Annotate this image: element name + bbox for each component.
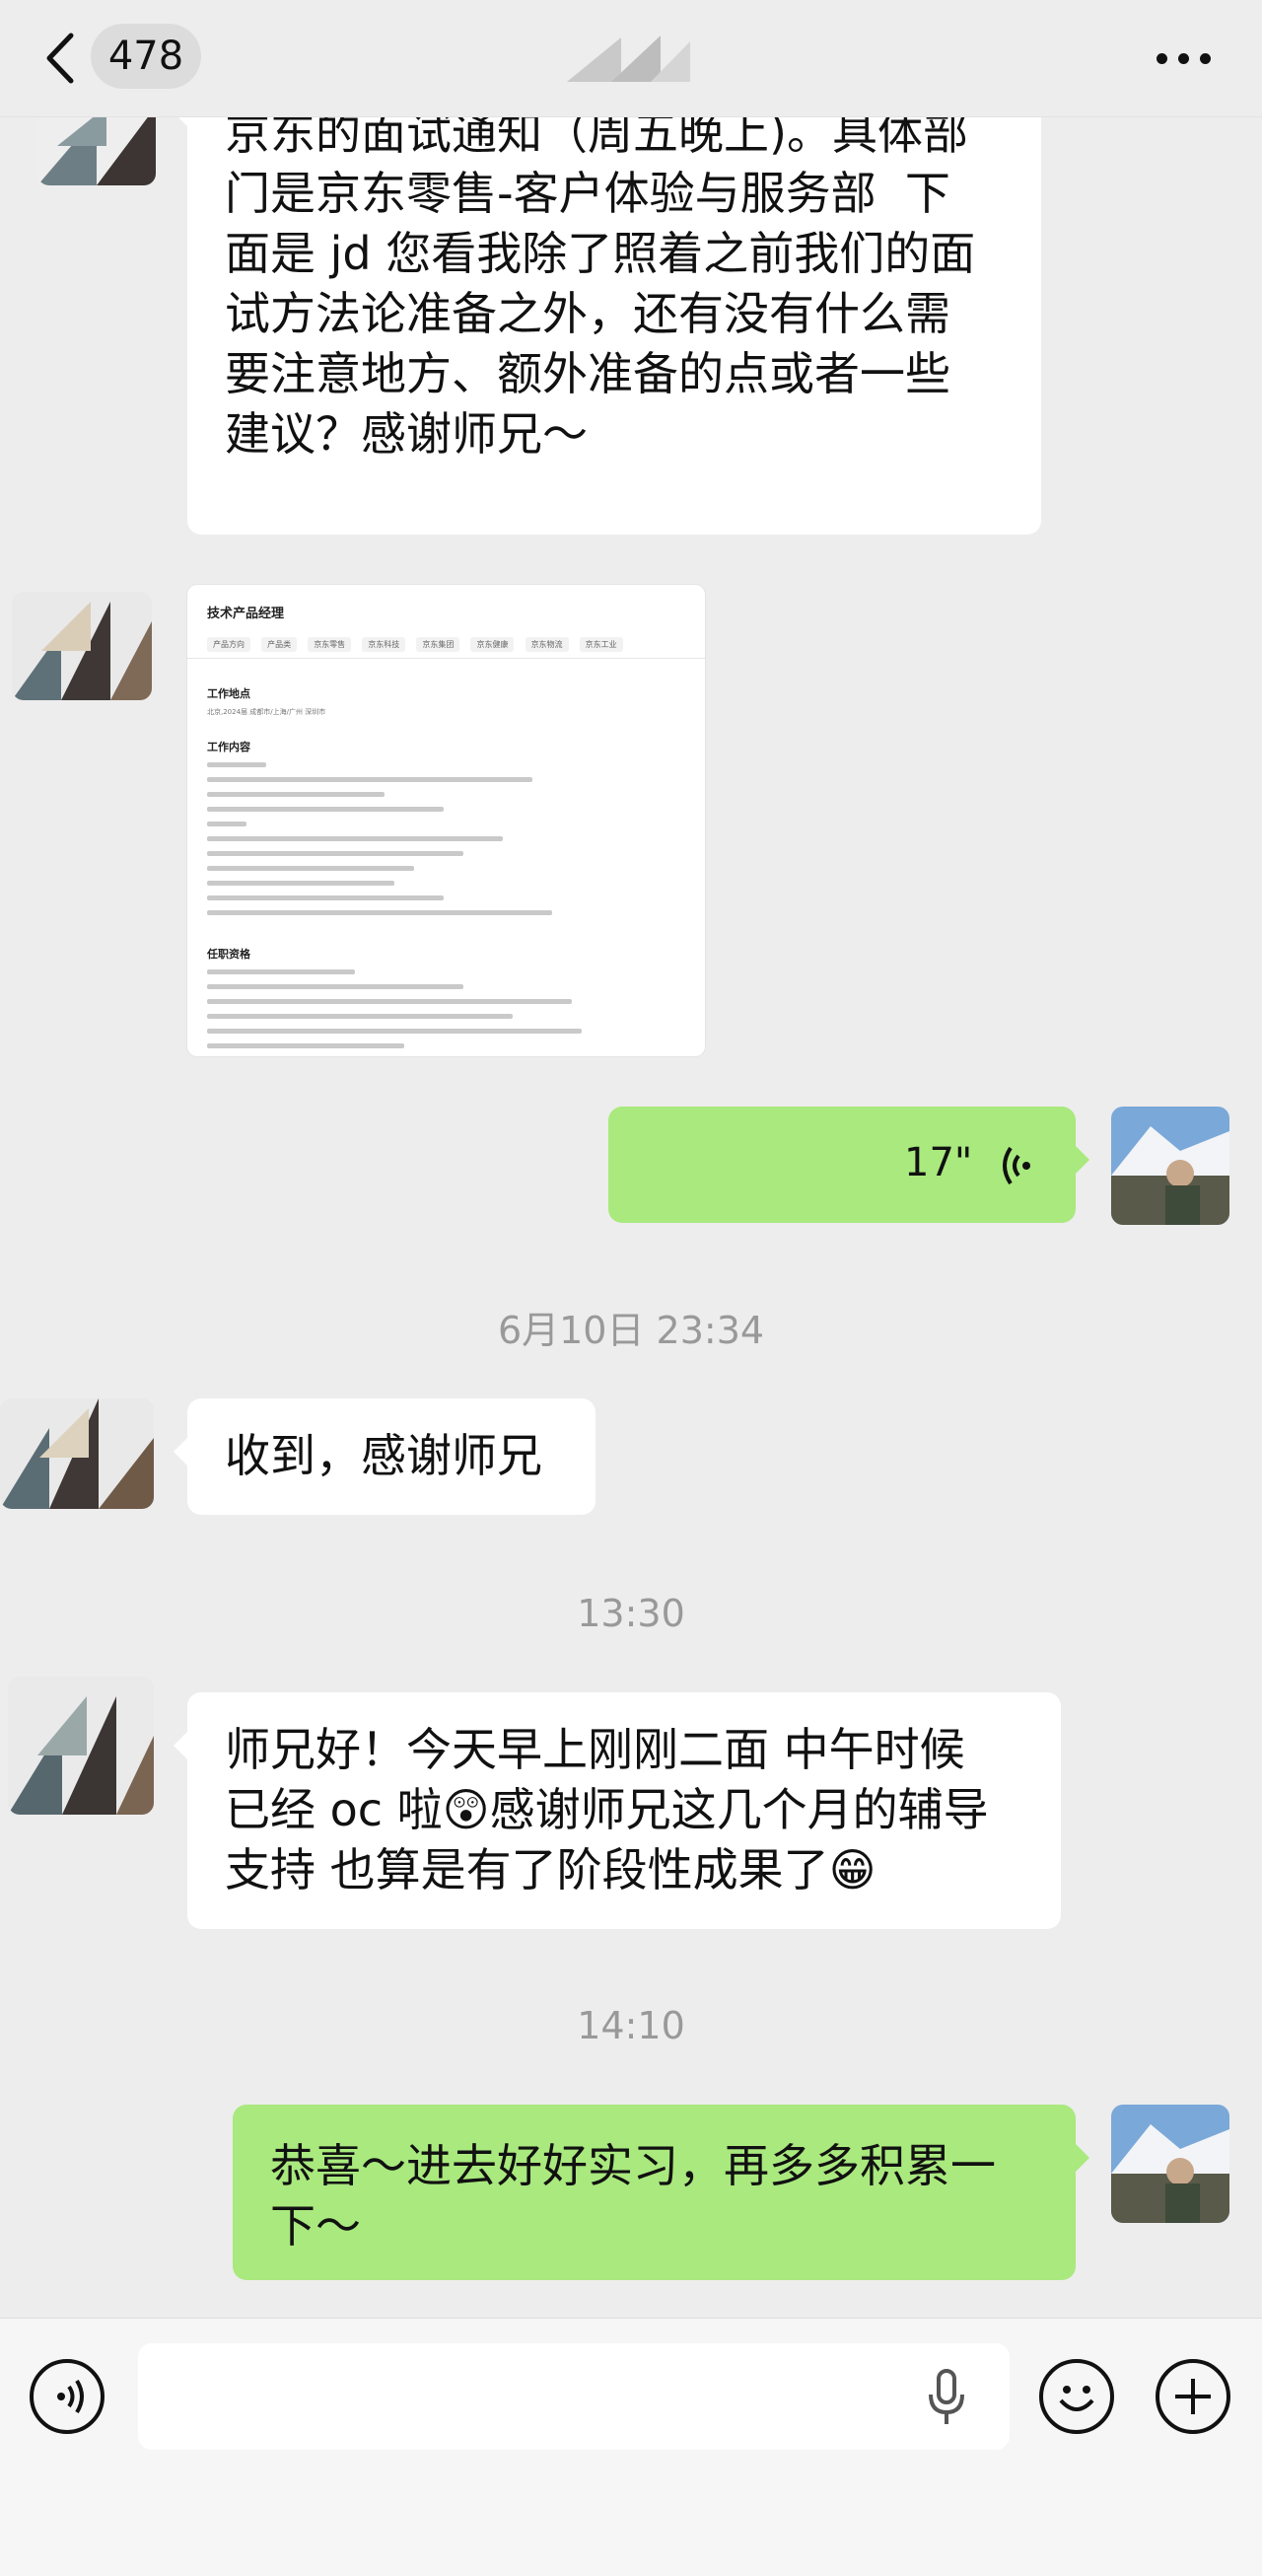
jd-title: 技术产品经理: [207, 607, 285, 621]
jd-tag: 京东物流: [525, 637, 569, 652]
contact-avatar[interactable]: [12, 592, 152, 700]
job-description-image[interactable]: 技术产品经理 产品方向 产品类 京东零售 京东科技 京东集团 京东健康 京东物流…: [187, 585, 705, 1056]
contact-avatar[interactable]: [8, 1677, 154, 1815]
chevron-left-icon: [46, 33, 74, 84]
message-bubble-incoming[interactable]: 师兄好！今天早上刚刚二面 中午时候 已经 oc 啦😲感谢师兄这几个月的辅导 支持…: [174, 1692, 1061, 1929]
jd-tag: 京东集团: [416, 637, 460, 652]
jd-tag: 京东零售: [308, 637, 352, 652]
timestamp: 14:10: [577, 2004, 685, 2047]
voice-mode-button[interactable]: [30, 2359, 105, 2434]
back-button[interactable]: [41, 30, 81, 87]
emoji-button[interactable]: [1039, 2359, 1114, 2434]
jd-tag: 京东工业: [579, 637, 623, 652]
jd-section-heading: 工作内容: [207, 741, 250, 753]
more-dots-icon: [1157, 53, 1167, 64]
message-bubble-incoming[interactable]: 师兄好，抱歉打扰了。我刚刚接到了 京东的面试通知（周五晚上)。具体部 门是京东零…: [174, 46, 1041, 535]
timestamp: 13:30: [577, 1592, 685, 1635]
message-bubble-outgoing[interactable]: 恭喜～进去好好实习，再多多积累一 下～: [233, 2105, 1089, 2280]
my-avatar[interactable]: [1111, 1107, 1229, 1225]
chat-header: 478: [0, 0, 1262, 117]
voice-duration: 17": [904, 1140, 973, 1185]
voice-mode-icon: [57, 2379, 84, 2414]
message-text: 师兄好！今天早上刚刚二面 中午时候 已经 oc 啦😲感谢师兄这几个月的辅导 支持…: [225, 1723, 989, 1896]
message-text: 收到，感谢师兄: [225, 1429, 542, 1482]
plus-icon: [1175, 2379, 1211, 2414]
message-text: 恭喜～进去好好实习，再多多积累一 下～: [270, 2139, 996, 2253]
microphone-icon[interactable]: [927, 2369, 966, 2426]
voice-wave-icon: [1003, 1146, 1030, 1185]
jd-tags: 产品方向 产品类 京东零售 京东科技 京东集团 京东健康 京东物流 京东工业: [207, 632, 690, 652]
jd-tag: 产品类: [261, 637, 298, 652]
contact-avatar[interactable]: [0, 1398, 154, 1509]
jd-tag: 京东健康: [470, 637, 515, 652]
jd-tag: 京东科技: [362, 637, 406, 652]
message-bubble-incoming[interactable]: 收到，感谢师兄: [174, 1398, 596, 1515]
emoji-icon: [1059, 2386, 1094, 2411]
jd-location-text: 北京,2024届 成都市/上海/广州 深圳市: [207, 708, 326, 716]
more-options-button[interactable]: [1149, 32, 1218, 81]
voice-message-bubble[interactable]: 17": [608, 1107, 1089, 1223]
message-input[interactable]: [138, 2343, 1010, 2450]
unread-count-badge[interactable]: 478: [91, 24, 201, 89]
chat-title: [552, 28, 710, 87]
plus-button[interactable]: [1156, 2359, 1230, 2434]
jd-tag: 产品方向: [207, 637, 250, 652]
jd-section-heading: 工作地点: [207, 687, 250, 700]
jd-section-heading: 任职资格: [207, 948, 250, 961]
my-avatar[interactable]: [1111, 2105, 1229, 2223]
timestamp: 6月10日 23:34: [497, 1309, 765, 1352]
